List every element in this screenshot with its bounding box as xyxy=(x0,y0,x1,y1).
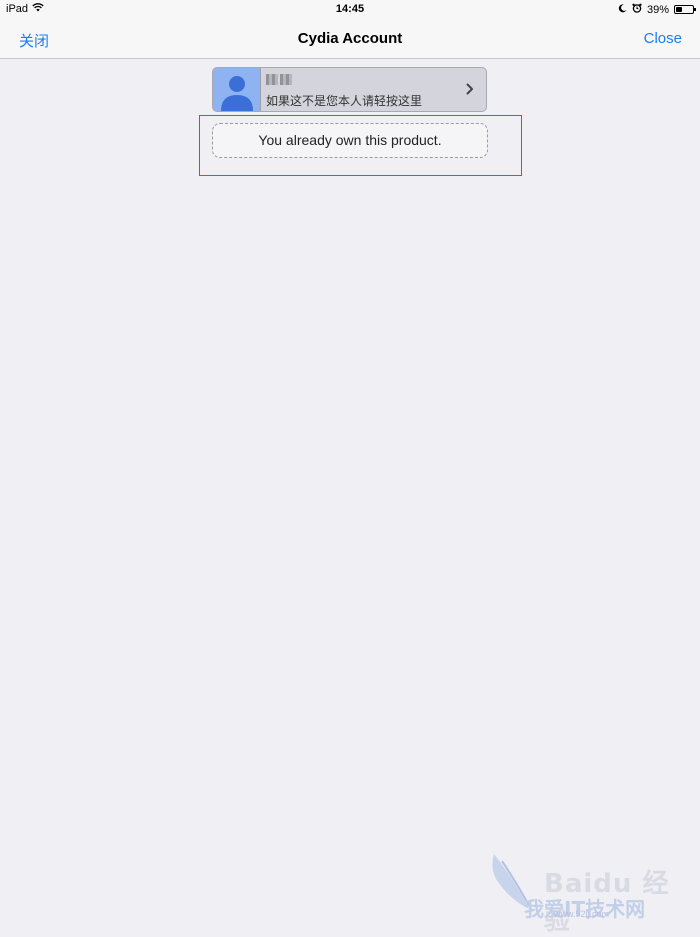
status-right: 39% xyxy=(618,3,696,16)
account-hint: 如果这不是您本人请轻按这里 xyxy=(266,94,423,108)
avatar xyxy=(213,68,261,111)
page-title: Cydia Account xyxy=(297,30,403,47)
chevron-right-icon xyxy=(466,82,474,100)
status-message: You already own this product. xyxy=(212,123,488,158)
status-bar: iPad 14:45 39% xyxy=(0,0,700,20)
close-button[interactable]: Close xyxy=(644,30,682,47)
battery-fill xyxy=(676,7,682,12)
account-card[interactable]: 如果这不是您本人请轻按这里 xyxy=(212,67,487,112)
status-time: 14:45 xyxy=(335,3,365,15)
user-icon xyxy=(221,76,253,111)
account-name-pixelated xyxy=(266,74,306,85)
battery-icon xyxy=(674,5,696,14)
navigation-bar: 关闭 Cydia Account Close xyxy=(0,20,700,59)
watermark-line3: www.52ij.com xyxy=(554,909,610,919)
watermark: Baidu 经验 我爱IT技术网 www.52ij.com xyxy=(484,849,694,936)
moon-icon xyxy=(618,3,627,16)
alarm-icon xyxy=(632,3,642,16)
battery-percent: 39% xyxy=(646,3,669,16)
